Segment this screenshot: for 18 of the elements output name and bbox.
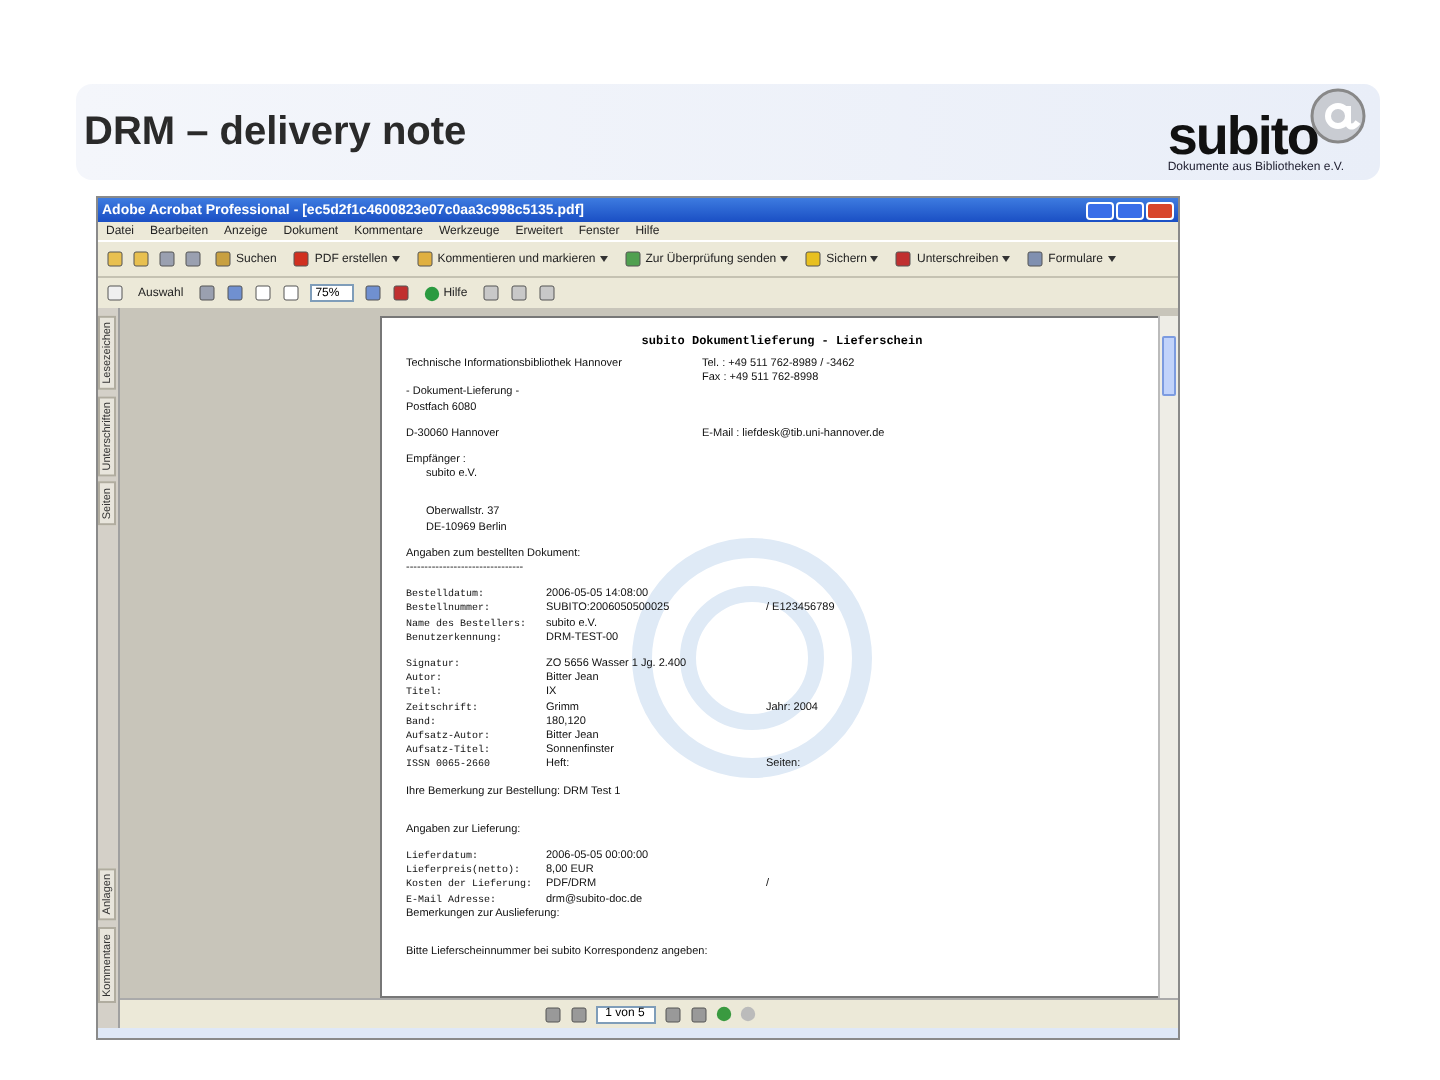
slide-title: DRM – delivery note bbox=[84, 109, 467, 155]
toolbar-icon bbox=[804, 250, 823, 268]
caret-icon bbox=[870, 256, 879, 262]
scrollbar[interactable] bbox=[1158, 316, 1178, 998]
caret-icon bbox=[1002, 256, 1011, 262]
minimize-button[interactable] bbox=[1086, 201, 1114, 219]
caret-icon bbox=[391, 256, 400, 262]
logo-wordmark: subito bbox=[1167, 110, 1318, 162]
toolbar-icon bbox=[1026, 250, 1045, 268]
toolbar-icon bbox=[894, 250, 913, 268]
caret-icon bbox=[599, 256, 608, 262]
caret-icon bbox=[1107, 256, 1116, 262]
close-button[interactable] bbox=[1146, 201, 1174, 219]
toolbar-icon bbox=[623, 250, 642, 268]
help-icon bbox=[423, 285, 440, 301]
caret-icon bbox=[780, 256, 789, 262]
maximize-button[interactable] bbox=[1116, 201, 1144, 219]
forward-icon[interactable] bbox=[715, 1006, 731, 1022]
